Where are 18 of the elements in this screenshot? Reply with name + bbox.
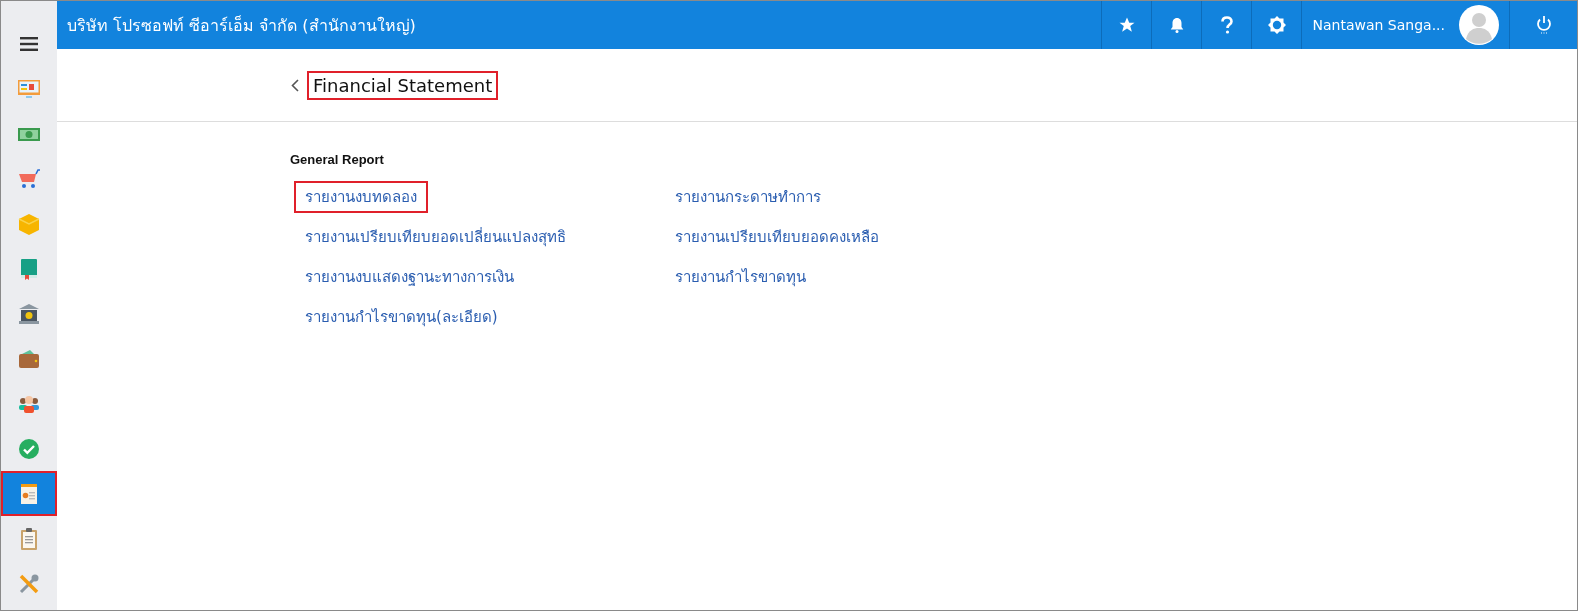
company-name: บริษัท โปรซอฟท์ ซีอาร์เอ็ม จำกัด (สำนักงานใหญ่) [66,14,416,37]
page-title: Financial Statement [307,70,499,100]
report-link[interactable]: รายงานเปรียบเทียบยอดเปลี่ยนแปลงสุทธิ [294,221,577,253]
box-icon [17,211,41,236]
avatar-icon[interactable] [1459,5,1499,45]
back-icon[interactable] [289,78,301,92]
report-link[interactable]: รายงานกำไรขาดทุน [664,261,817,293]
section-heading: General Report [290,152,385,167]
check-circle-icon [17,436,41,461]
report-link[interactable]: รายงานกระดาษทำการ [664,181,832,213]
report-link[interactable]: รายงานงบแสดงฐานะทางการเงิน [294,261,525,293]
report-link[interactable]: รายงานงบทดลอง [294,181,428,213]
user-name[interactable]: Nantawan Sanga... [1312,17,1445,33]
sidebar-item[interactable] [1,471,57,516]
report-link[interactable]: รายงานกำไรขาดทุน(ละเอียด) [294,301,509,333]
bank-icon [17,301,41,326]
report-link[interactable]: รายงานเปรียบเทียบยอดคงเหลือ [664,221,890,253]
cart-icon [17,166,41,191]
